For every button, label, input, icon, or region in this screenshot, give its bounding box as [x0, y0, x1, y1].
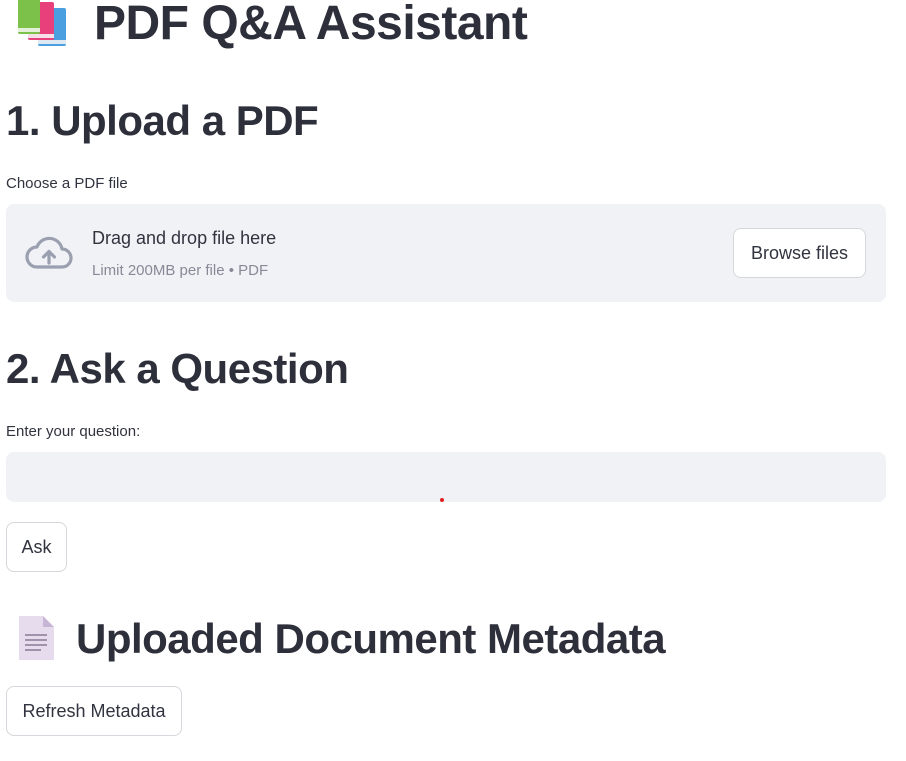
- document-icon: [16, 614, 56, 662]
- books-icon: [14, 0, 74, 50]
- metadata-heading: Uploaded Document Metadata: [76, 615, 666, 662]
- question-label: Enter your question:: [6, 423, 141, 440]
- file-uploader-label: Choose a PDF file: [6, 175, 128, 192]
- page-title: PDF Q&A Assistant: [94, 0, 528, 50]
- question-heading: 2. Ask a Question: [6, 345, 349, 392]
- page-header: PDF Q&A Assistant: [14, 0, 528, 52]
- file-limit-text: Limit 200MB per file • PDF: [92, 262, 269, 279]
- cloud-upload-icon: [24, 234, 74, 272]
- upload-heading: 1. Upload a PDF: [6, 97, 319, 144]
- question-input[interactable]: [6, 452, 886, 502]
- ask-button[interactable]: Ask: [6, 522, 67, 572]
- cursor-marker: [440, 498, 444, 502]
- browse-files-button[interactable]: Browse files: [733, 228, 866, 278]
- refresh-metadata-button[interactable]: Refresh Metadata: [6, 686, 182, 736]
- drop-instructions: Drag and drop file here: [92, 228, 277, 248]
